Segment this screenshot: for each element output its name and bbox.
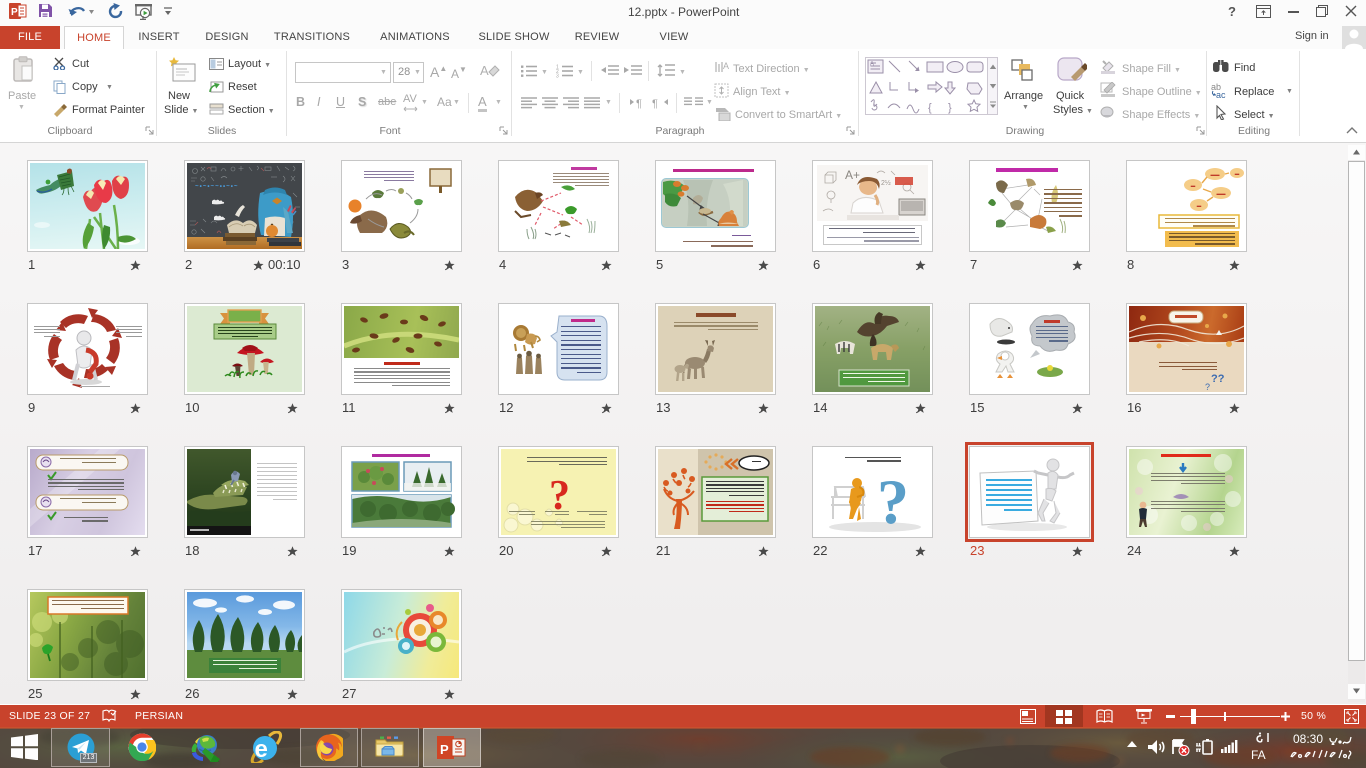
svg-text:3: 3 <box>556 74 559 79</box>
svg-text:▬▬: ▬▬ <box>1217 191 1227 196</box>
svg-text:?: ? <box>549 473 570 519</box>
svg-text:▬: ▬ <box>1191 183 1196 188</box>
svg-text:¶: ¶ <box>636 98 642 109</box>
svg-text:¶: ¶ <box>652 98 658 109</box>
svg-text:A: A <box>480 63 489 78</box>
svg-text:ac: ac <box>1216 90 1226 98</box>
svg-text:~•~•~~••~•~: ~•~•~~••~•~ <box>195 183 239 190</box>
svg-text:A: A <box>870 62 874 68</box>
svg-text:▬: ▬ <box>1235 171 1240 176</box>
svg-text:▬▬: ▬▬ <box>1211 172 1221 177</box>
svg-text:A+: A+ <box>845 168 860 182</box>
svg-text:{: { <box>928 102 932 114</box>
svg-text:?: ? <box>877 466 909 535</box>
svg-text:P: P <box>11 7 18 18</box>
svg-text:▬: ▬ <box>1197 203 1202 208</box>
svg-text:??: ?? <box>1211 373 1225 385</box>
svg-text:P: P <box>440 742 449 757</box>
svg-text:?: ? <box>1205 382 1210 392</box>
svg-text:e: e <box>255 736 268 763</box>
svg-text:A: A <box>723 61 729 71</box>
svg-text:2½: 2½ <box>881 179 891 187</box>
svg-text:}: } <box>948 102 952 114</box>
